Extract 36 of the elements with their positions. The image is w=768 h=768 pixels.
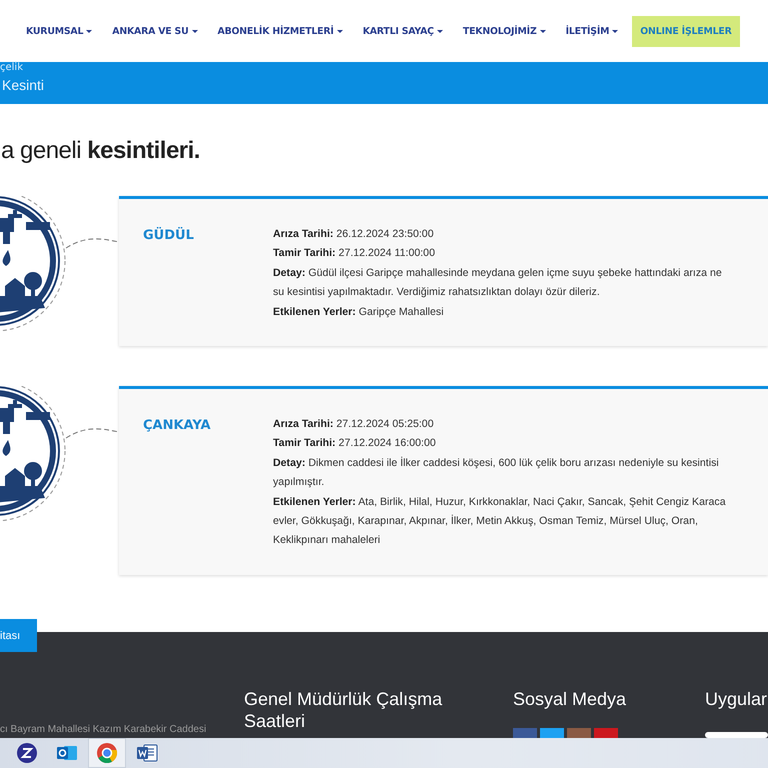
browser-icon [96, 742, 118, 764]
page-title: Kesinti [1, 77, 46, 93]
app-store-badge[interactable] [705, 732, 768, 738]
section-heading: a geneli kesintileri. [1, 136, 201, 166]
connector-line [66, 428, 119, 439]
map-button[interactable]: itası [0, 619, 37, 652]
nav-menu-item[interactable]: TEKNOLOJİMİZ [462, 26, 546, 36]
district-name: GÜDÜL [143, 226, 195, 245]
caret-icon [436, 30, 443, 32]
footer-heading: Uygular [705, 688, 768, 710]
outage-detail-text: Tamir Tarihi: 27.12.2024 16:00:00 [273, 436, 437, 452]
outage-detail-text: Detay: Dikmen caddesi ile İlker caddesi köşesi, 600 lük çelik boru arızası nedeniyle su kesintisi yapılmıştır. [273, 456, 720, 490]
nav-menu-item[interactable]: KURUMSAL [26, 26, 92, 36]
outage-detail-text: Etkilenen Yerler: Ata, Birlik, Hilal, Huzur, Kırkkonaklar, Naci Çakır, Sancak, Şehit Cengiz Karaca evler, Gökkuşağı, Karapınar, Akpınar, İlker, Metin Akkuş, Osman Temiz, Mürsel Uluç, Oran, Keklikpınarı mahaleleri [273, 494, 727, 548]
address-text: cı Bayram Mahallesi Kazım Karabekir Caddesi [0, 724, 206, 735]
caret-icon [540, 30, 546, 32]
outage-detail-text: Detay: Güdül ilçesi Garipçe mahallesinde meydana gelen içme suyu şebeke hattındaki arıza ne su kesintisi yapılmaktadır. Verdiğimiz rahatsızlıktan dolayı özür dileriz. [273, 266, 723, 300]
nav-menu-item[interactable]: ANKARA VE SU [112, 26, 198, 36]
caret-icon [336, 30, 343, 32]
caret-icon [612, 30, 618, 32]
outage-detail-text: Etkilenen Yerler: Garipçe Mahallesi [273, 304, 445, 320]
district-name: ÇANKAYA [143, 417, 212, 436]
nav-menu-item[interactable]: KARTLI SAYAÇ [362, 26, 443, 36]
caret-icon [86, 30, 92, 32]
nav-menu-item[interactable]: İLETİŞİM [566, 26, 618, 36]
caret-icon [192, 30, 198, 32]
outage-detail-text: Arıza Tarihi: 26.12.2024 23:50:00 [273, 227, 435, 242]
nav-menu-item[interactable]: ABONELİK HİZMETLERİ [218, 26, 343, 36]
breadcrumb-text: çelik [0, 63, 24, 73]
footer-heading: Genel Müdürlük Çalışma Saatleri [244, 688, 444, 732]
chat-icon [16, 742, 38, 764]
outage-detail-text: Tamir Tarihi: 27.12.2024 11:00:00 [273, 246, 436, 262]
footer-heading: Sosyal Medya [513, 688, 626, 710]
outage-detail-text: Arıza Tarihi: 27.12.2024 05:25:00 [273, 417, 435, 432]
document-icon [136, 742, 158, 764]
connector-line [66, 238, 119, 248]
